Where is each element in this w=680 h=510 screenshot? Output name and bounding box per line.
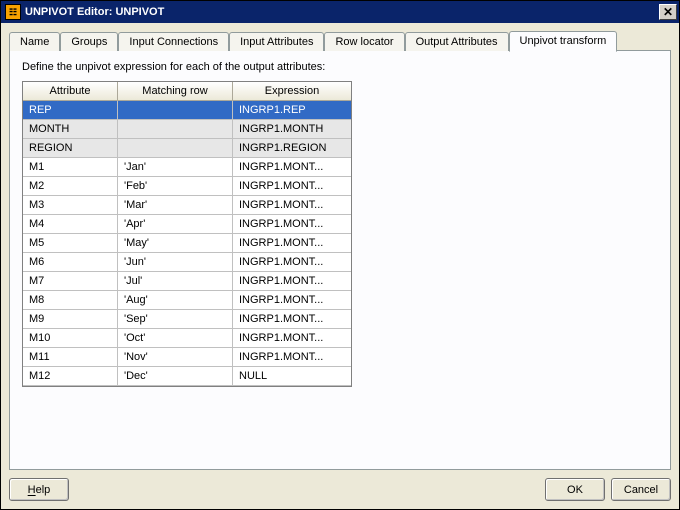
cell-expression[interactable]: INGRP1.MONT... [233,310,351,329]
cell-matching[interactable]: 'May' [118,234,233,253]
tab-panel-unpivot-transform: Define the unpivot expression for each o… [9,50,671,470]
tab-bar: NameGroupsInput ConnectionsInput Attribu… [9,29,671,51]
cell-matching[interactable]: 'Jun' [118,253,233,272]
cell-matching[interactable]: 'Sep' [118,310,233,329]
grid: Attribute Matching row Expression REP ING… [22,81,352,387]
table-row[interactable]: M9'Sep'INGRP1.MONT... [23,310,351,329]
table-row[interactable]: M7'Jul'INGRP1.MONT... [23,272,351,291]
cell-matching[interactable]: 'Jul' [118,272,233,291]
table-row[interactable]: M10'Oct'INGRP1.MONT... [23,329,351,348]
tab-unpivot-transform[interactable]: Unpivot transform [509,31,618,52]
column-header-matching[interactable]: Matching row [118,82,233,101]
cell-matching[interactable]: 'Apr' [118,215,233,234]
table-row[interactable]: M1'Jan'INGRP1.MONT... [23,158,351,177]
help-label-rest: elp [36,484,51,496]
instruction-text: Define the unpivot expression for each o… [22,61,658,73]
column-header-expression[interactable]: Expression [233,82,351,101]
cell-expression[interactable]: INGRP1.MONT... [233,348,351,367]
close-icon[interactable]: ✕ [659,4,677,20]
cell-attribute[interactable]: M11 [23,348,118,367]
cell-attribute[interactable]: M9 [23,310,118,329]
cell-attribute[interactable]: MONTH [23,120,118,139]
tab-input-connections[interactable]: Input Connections [118,32,229,51]
cell-expression[interactable]: INGRP1.MONT... [233,291,351,310]
button-bar: Help OK Cancel [9,470,671,501]
cell-attribute[interactable]: M3 [23,196,118,215]
cell-attribute[interactable]: M7 [23,272,118,291]
table-row[interactable]: MONTH INGRP1.MONTH [23,120,351,139]
table-row[interactable]: REGION INGRP1.REGION [23,139,351,158]
cell-attribute[interactable]: REGION [23,139,118,158]
cell-expression[interactable]: INGRP1.MONT... [233,158,351,177]
table-row[interactable]: M6'Jun'INGRP1.MONT... [23,253,351,272]
cell-attribute[interactable]: M12 [23,367,118,386]
cell-attribute[interactable]: M6 [23,253,118,272]
cell-expression[interactable]: INGRP1.MONT... [233,196,351,215]
cell-expression[interactable]: INGRP1.REGION [233,139,351,158]
cell-attribute[interactable]: M5 [23,234,118,253]
cell-matching[interactable] [118,120,233,139]
cell-matching[interactable]: 'Nov' [118,348,233,367]
cell-matching[interactable]: 'Dec' [118,367,233,386]
window-title: UNPIVOT Editor: UNPIVOT [25,6,164,18]
cell-matching[interactable]: 'Mar' [118,196,233,215]
cell-matching[interactable] [118,101,233,120]
cell-attribute[interactable]: M10 [23,329,118,348]
cell-expression[interactable]: NULL [233,367,351,386]
cell-attribute[interactable]: M8 [23,291,118,310]
cell-attribute[interactable]: M1 [23,158,118,177]
help-button[interactable]: Help [9,478,69,501]
cell-matching[interactable] [118,139,233,158]
cancel-button[interactable]: Cancel [611,478,671,501]
cell-expression[interactable]: INGRP1.MONTH [233,120,351,139]
cell-expression[interactable]: INGRP1.MONT... [233,329,351,348]
table-row[interactable]: M4'Apr'INGRP1.MONT... [23,215,351,234]
cell-expression[interactable]: INGRP1.MONT... [233,215,351,234]
cell-expression[interactable]: INGRP1.REP [233,101,351,120]
tab-input-attributes[interactable]: Input Attributes [229,32,324,51]
cell-expression[interactable]: INGRP1.MONT... [233,253,351,272]
column-header-attribute[interactable]: Attribute [23,82,118,101]
grid-header-row: Attribute Matching row Expression [23,82,351,101]
table-row[interactable]: M12'Dec'NULL [23,367,351,386]
table-row[interactable]: M8'Aug'INGRP1.MONT... [23,291,351,310]
cell-attribute[interactable]: REP [23,101,118,120]
grid-body: REP INGRP1.REP MONTH INGRP1.MONTH REGION INGR… [23,101,351,386]
cell-attribute[interactable]: M4 [23,215,118,234]
cell-matching[interactable]: 'Jan' [118,158,233,177]
table-row[interactable]: M3'Mar'INGRP1.MONT... [23,196,351,215]
ok-button[interactable]: OK [545,478,605,501]
tab-row-locator[interactable]: Row locator [324,32,404,51]
table-row[interactable]: M5'May'INGRP1.MONT... [23,234,351,253]
cell-matching[interactable]: 'Aug' [118,291,233,310]
cell-expression[interactable]: INGRP1.MONT... [233,272,351,291]
tab-output-attributes[interactable]: Output Attributes [405,32,509,51]
client-area: NameGroupsInput ConnectionsInput Attribu… [1,23,679,509]
table-row[interactable]: M11'Nov'INGRP1.MONT... [23,348,351,367]
titlebar: ☷ UNPIVOT Editor: UNPIVOT ✕ [1,1,679,23]
table-row[interactable]: REP INGRP1.REP [23,101,351,120]
cell-matching[interactable]: 'Feb' [118,177,233,196]
window-root: ☷ UNPIVOT Editor: UNPIVOT ✕ NameGroupsIn… [0,0,680,510]
app-icon: ☷ [5,4,21,20]
tab-name[interactable]: Name [9,32,60,51]
cell-matching[interactable]: 'Oct' [118,329,233,348]
cell-expression[interactable]: INGRP1.MONT... [233,234,351,253]
cell-attribute[interactable]: M2 [23,177,118,196]
table-row[interactable]: M2'Feb'INGRP1.MONT... [23,177,351,196]
cell-expression[interactable]: INGRP1.MONT... [233,177,351,196]
tab-groups[interactable]: Groups [60,32,118,51]
